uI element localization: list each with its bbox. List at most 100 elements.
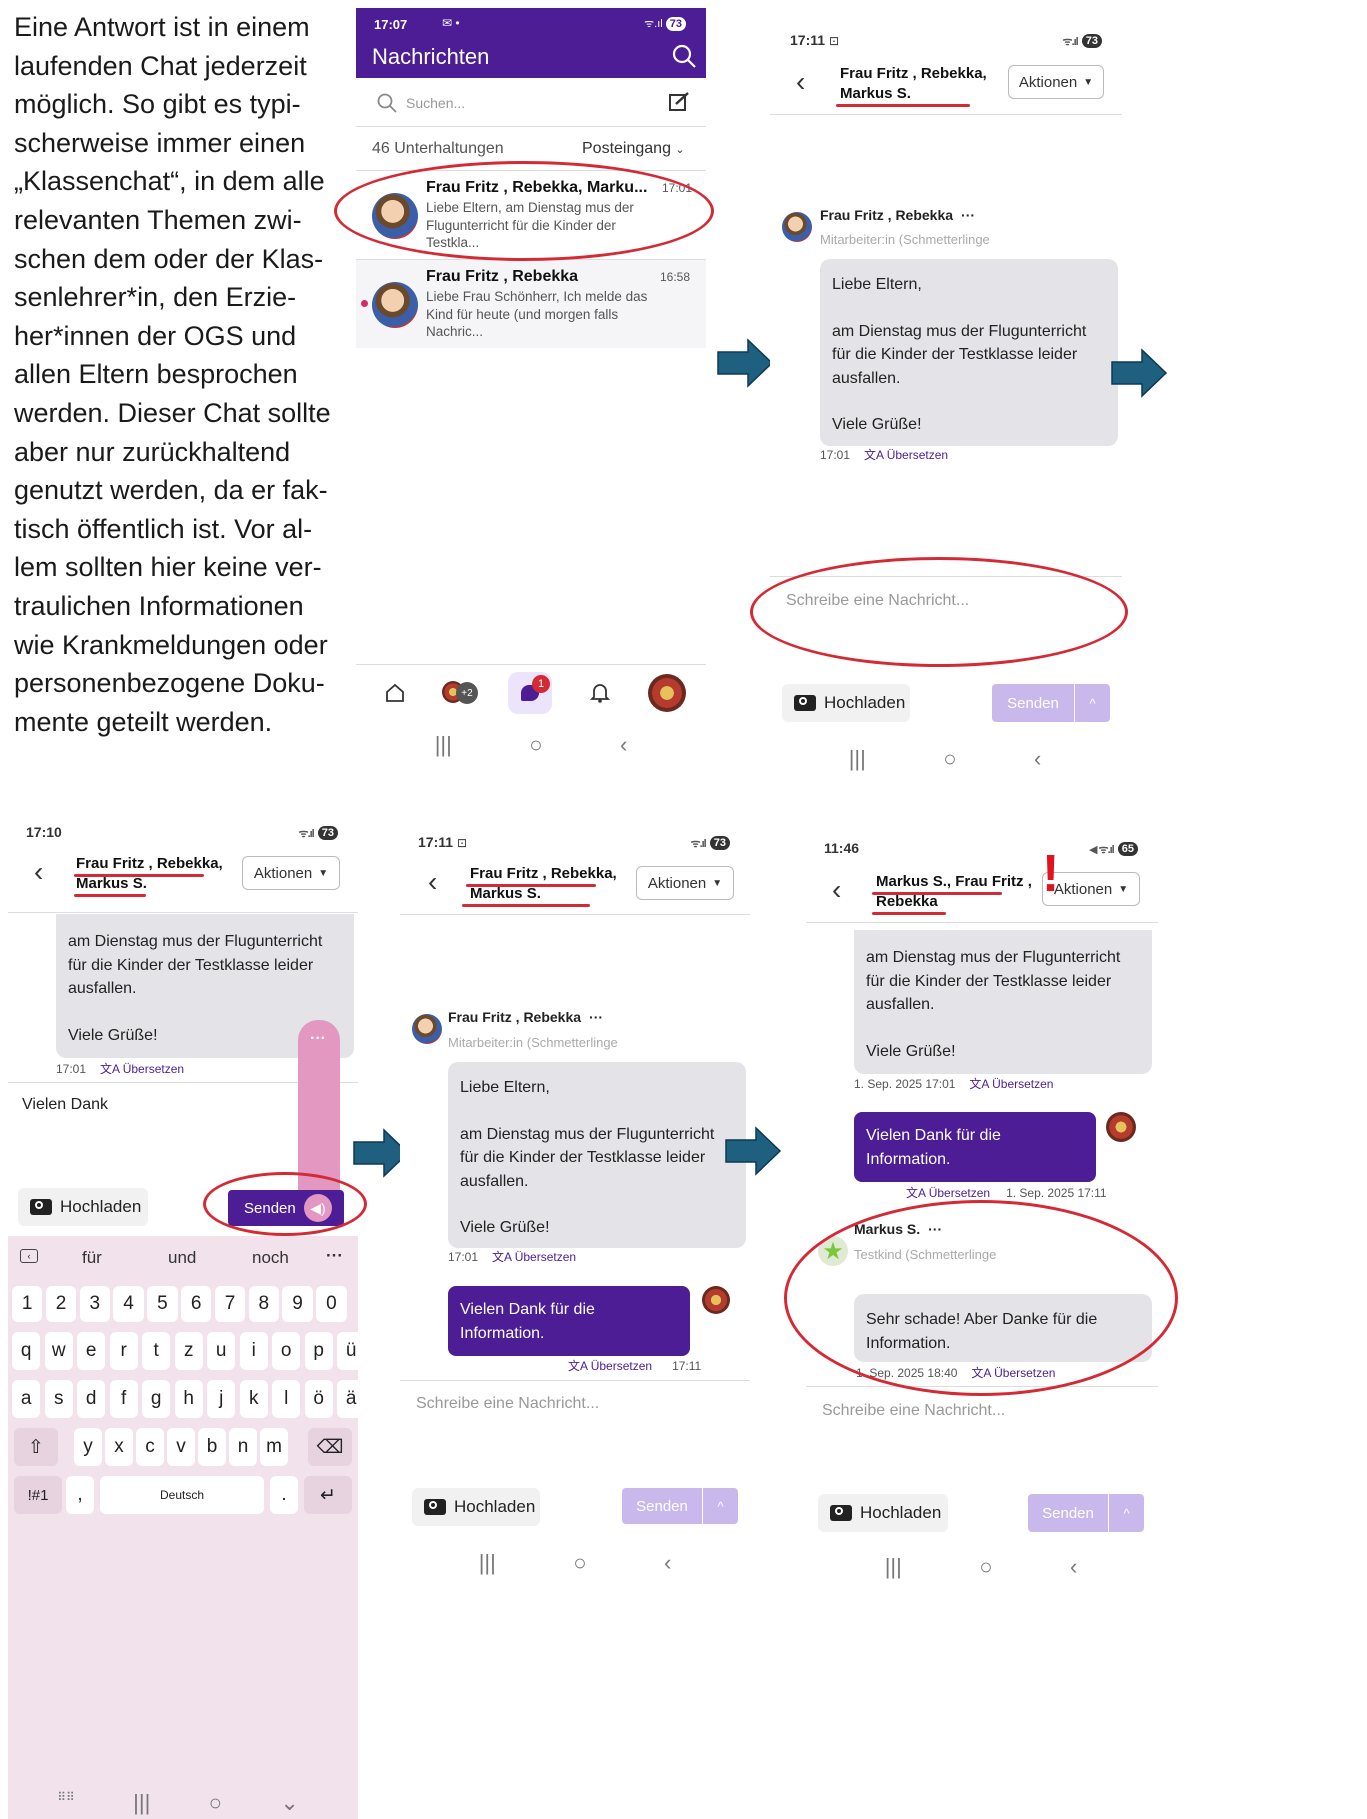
- keyboard-key[interactable]: b: [198, 1428, 226, 1466]
- actions-dropdown[interactable]: Aktionen ▼: [1008, 65, 1104, 99]
- search-input[interactable]: Suchen...: [376, 90, 656, 116]
- keyboard-key[interactable]: ä: [337, 1380, 358, 1418]
- keyboard-key[interactable]: i: [239, 1332, 268, 1370]
- home-button-icon[interactable]: ○: [943, 746, 956, 772]
- hide-keyboard-icon[interactable]: ⌄: [280, 1790, 298, 1816]
- suggestion[interactable]: und: [168, 1248, 196, 1268]
- keyboard-key[interactable]: k: [239, 1380, 268, 1418]
- upload-button[interactable]: Hochladen: [18, 1188, 148, 1226]
- conversation-item[interactable]: Frau Fritz , Rebekka 16:58 Liebe Frau Sc…: [356, 260, 706, 348]
- keyboard-key[interactable]: o: [272, 1332, 301, 1370]
- backspace-icon[interactable]: ⌫: [308, 1428, 352, 1466]
- space-key[interactable]: Deutsch: [100, 1476, 264, 1514]
- recent-apps-icon[interactable]: |||: [849, 746, 866, 772]
- bell-icon[interactable]: [589, 682, 611, 709]
- back-nav-icon[interactable]: ‹: [664, 1550, 671, 1576]
- home-button-icon[interactable]: ○: [979, 1554, 992, 1580]
- back-nav-icon[interactable]: ‹: [1070, 1554, 1077, 1580]
- underline-mark: [462, 904, 590, 907]
- home-button-icon[interactable]: ○: [529, 732, 542, 758]
- keyboard-key[interactable]: 5: [147, 1286, 178, 1322]
- suggestion[interactable]: noch: [252, 1248, 289, 1268]
- keyboard-key[interactable]: r: [109, 1332, 138, 1370]
- home-icon[interactable]: [384, 682, 406, 709]
- keyboard-key[interactable]: ö: [304, 1380, 333, 1418]
- keyboard-key[interactable]: l: [272, 1380, 301, 1418]
- keyboard-toggle-icon[interactable]: ‹: [20, 1249, 38, 1263]
- actions-dropdown[interactable]: Aktionen ▼: [636, 866, 734, 900]
- filter-dropdown[interactable]: Posteingang ⌄: [582, 140, 685, 158]
- back-icon[interactable]: ‹: [832, 876, 841, 904]
- message-input[interactable]: Schreibe eine Nachricht...: [416, 1395, 599, 1413]
- symbols-key[interactable]: !#1: [14, 1476, 62, 1514]
- keyboard-key[interactable]: 2: [45, 1286, 77, 1322]
- keyboard-key[interactable]: 0: [316, 1286, 347, 1322]
- keyboard-key[interactable]: 4: [113, 1286, 144, 1322]
- search-icon[interactable]: [670, 42, 698, 75]
- keyboard-key[interactable]: .: [270, 1476, 298, 1514]
- keyboard-key[interactable]: n: [229, 1428, 257, 1466]
- keyboard-key[interactable]: w: [44, 1332, 73, 1370]
- actions-dropdown[interactable]: Aktionen ▼: [242, 856, 340, 890]
- keyboard-key[interactable]: y: [74, 1428, 102, 1466]
- back-nav-icon[interactable]: ‹: [620, 732, 627, 758]
- send-button[interactable]: Senden ^: [622, 1488, 738, 1524]
- more-icon[interactable]: ···: [326, 1246, 343, 1266]
- back-icon[interactable]: ‹: [34, 858, 43, 886]
- keyboard-key[interactable]: h: [174, 1380, 203, 1418]
- translate-link[interactable]: Übersetzen: [515, 1250, 576, 1264]
- send-button[interactable]: Senden ^: [992, 684, 1110, 722]
- keyboard-key[interactable]: s: [44, 1380, 73, 1418]
- upload-button[interactable]: Hochladen: [412, 1488, 540, 1526]
- back-icon[interactable]: ‹: [796, 68, 805, 96]
- keyboard-key[interactable]: 7: [214, 1286, 246, 1322]
- keyboard-key[interactable]: z: [174, 1332, 203, 1370]
- keyboard-key[interactable]: m: [260, 1428, 288, 1466]
- keyboard-key[interactable]: x: [105, 1428, 133, 1466]
- keyboard-key[interactable]: 1: [12, 1286, 43, 1322]
- keyboard-key[interactable]: ü: [337, 1332, 358, 1370]
- message-input[interactable]: Schreibe eine Nachricht...: [822, 1402, 1005, 1420]
- home-button-icon[interactable]: ○: [573, 1550, 586, 1576]
- chat-tab-icon[interactable]: 1: [508, 672, 552, 714]
- shift-icon[interactable]: ⇧: [14, 1428, 58, 1466]
- keyboard-key[interactable]: 3: [79, 1286, 110, 1322]
- keyboard-key[interactable]: ,: [66, 1476, 94, 1514]
- compose-icon[interactable]: [668, 91, 690, 118]
- translate-link[interactable]: Übersetzen: [887, 448, 948, 462]
- keyboard-key[interactable]: q: [12, 1332, 41, 1370]
- message-input[interactable]: Vielen Dank: [22, 1096, 108, 1114]
- keyboard-key[interactable]: t: [142, 1332, 171, 1370]
- translate-link[interactable]: Übersetzen: [992, 1077, 1053, 1091]
- keyboard-key[interactable]: 8: [248, 1286, 279, 1322]
- keyboard-key[interactable]: j: [207, 1380, 236, 1418]
- keyboard-key[interactable]: g: [142, 1380, 171, 1418]
- enter-icon[interactable]: ↵: [304, 1476, 352, 1514]
- upload-button[interactable]: Hochladen: [818, 1494, 948, 1532]
- suggestion[interactable]: für: [82, 1248, 102, 1268]
- keyboard-key[interactable]: u: [207, 1332, 236, 1370]
- keyboard-key[interactable]: d: [77, 1380, 106, 1418]
- recent-apps-icon[interactable]: |||: [885, 1554, 902, 1580]
- keyboard-key[interactable]: e: [77, 1332, 106, 1370]
- back-icon[interactable]: ‹: [428, 868, 437, 896]
- translate-link[interactable]: Übersetzen: [591, 1359, 652, 1373]
- keyboard-key[interactable]: f: [109, 1380, 138, 1418]
- send-button[interactable]: Senden ^: [1028, 1494, 1144, 1532]
- keyboard-key[interactable]: v: [167, 1428, 195, 1466]
- keyboard-grid-icon[interactable]: ⠿⠿: [57, 1790, 75, 1816]
- keyboard-key[interactable]: a: [12, 1380, 41, 1418]
- keyboard-key[interactable]: 6: [181, 1286, 212, 1322]
- recent-apps-icon[interactable]: |||: [479, 1550, 496, 1576]
- upload-button[interactable]: Hochladen: [782, 684, 910, 722]
- keyboard-key[interactable]: c: [136, 1428, 164, 1466]
- translate-link[interactable]: Übersetzen: [929, 1186, 990, 1200]
- back-nav-icon[interactable]: ‹: [1034, 746, 1041, 772]
- keyboard-key[interactable]: p: [304, 1332, 333, 1370]
- recent-apps-icon[interactable]: |||: [133, 1790, 150, 1816]
- recent-apps-icon[interactable]: |||: [435, 732, 452, 758]
- keyboard-key[interactable]: 9: [282, 1286, 313, 1322]
- home-button-icon[interactable]: ○: [209, 1790, 222, 1816]
- translate-link[interactable]: Übersetzen: [123, 1062, 184, 1076]
- profile-avatar[interactable]: [648, 674, 686, 712]
